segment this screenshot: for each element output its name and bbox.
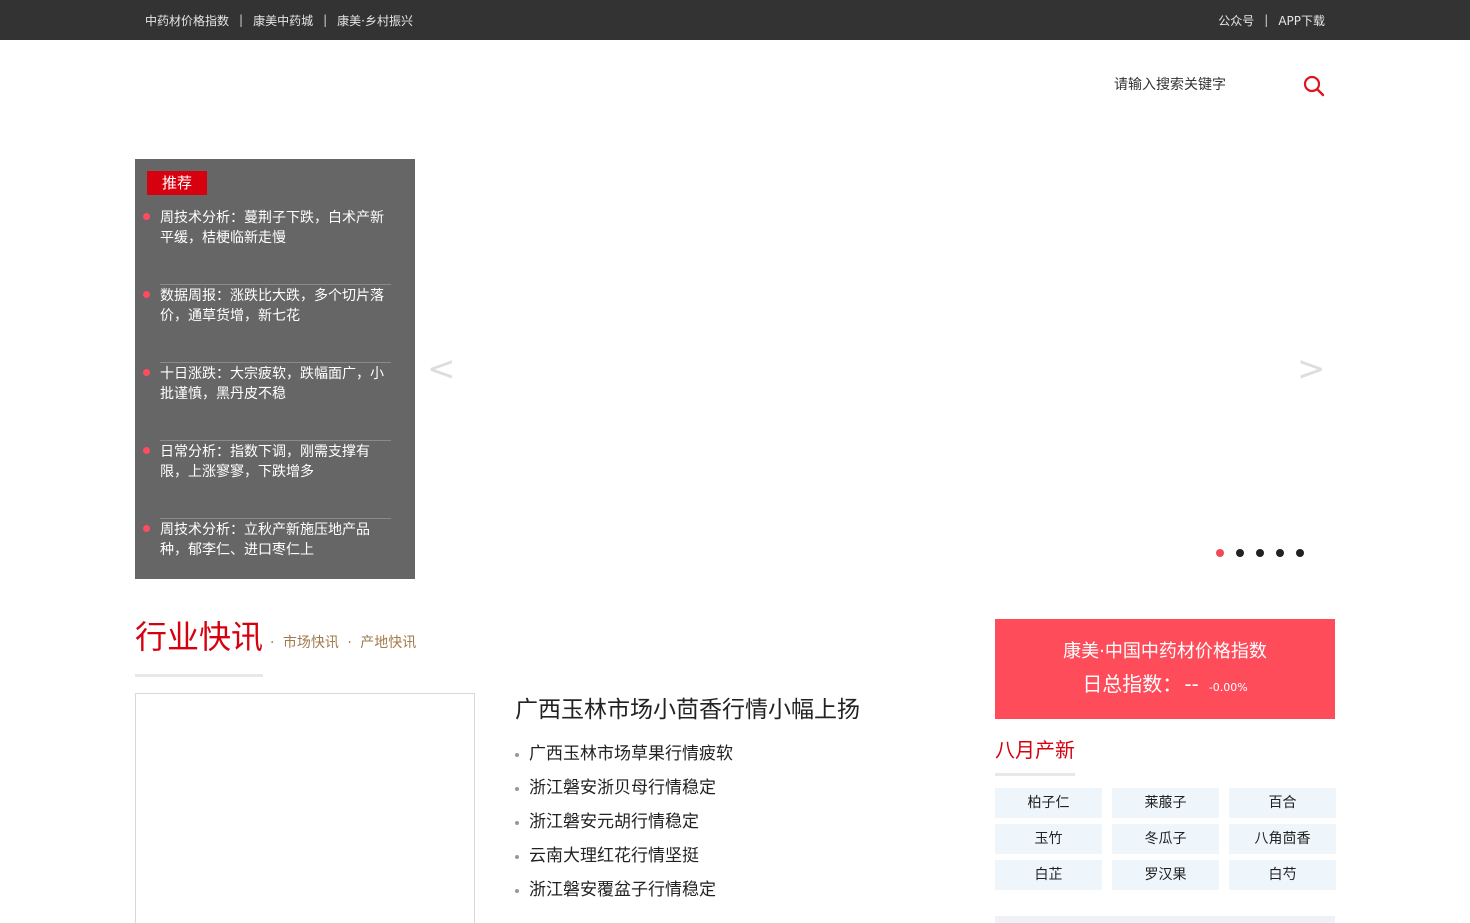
link-market-news[interactable]: 市场快讯 [283, 635, 339, 651]
carousel-dot-1[interactable] [1216, 549, 1224, 557]
daily-index-value: -- [1184, 672, 1199, 696]
top-bar-right-links: 公众号 | APP下载 [1218, 0, 1325, 40]
herb-grid: 柏子仁 莱菔子 百合 玉竹 冬瓜子 八角茴香 白芷 罗汉果 白芍 [995, 788, 1336, 890]
recommend-item[interactable]: 日常分析：指数下调，刚需支撑有限，上涨寥寥，下跌增多 [143, 441, 391, 519]
news-item-text: 广西玉林市场草果行情疲软 [529, 744, 733, 764]
top-bar: 中药材价格指数 | 康美中药城 | 康美·乡村振兴 公众号 | APP下载 [0, 0, 1470, 40]
next-section-strip [995, 916, 1335, 923]
search-button[interactable] [1302, 74, 1326, 98]
herb-tag[interactable]: 柏子仁 [995, 788, 1102, 818]
recommend-item-text: 日常分析：指数下调，刚需支撑有限，上涨寥寥，下跌增多 [160, 444, 370, 480]
link-kangmei-herb-city[interactable]: 康美中药城 [253, 12, 313, 29]
separator: | [323, 13, 328, 27]
carousel-dots [1216, 549, 1316, 557]
section-underline [995, 773, 1075, 776]
carousel-dot-2[interactable] [1236, 549, 1244, 557]
industry-news-title: 行业快讯 [135, 618, 264, 656]
august-new-title: 八月产新 [995, 738, 1075, 762]
herb-tag[interactable]: 罗汉果 [1112, 860, 1219, 890]
dot-separator: · [347, 635, 352, 651]
recommend-item-text: 周技术分析：蔓荆子下跌，白术产新平缓，桔梗临新走慢 [160, 210, 384, 246]
link-origin-news[interactable]: 产地快讯 [360, 635, 416, 651]
herb-tag[interactable]: 冬瓜子 [1112, 824, 1219, 854]
search-input[interactable] [1104, 66, 1294, 104]
news-list-item[interactable]: 浙江磐安元胡行情稳定 [515, 808, 733, 842]
recommend-tag: 推荐 [147, 171, 207, 195]
search-icon [1303, 75, 1325, 97]
link-official-account[interactable]: 公众号 [1218, 12, 1254, 29]
bullet-dot-icon [143, 525, 150, 532]
bullet-icon [515, 821, 519, 825]
separator: | [239, 13, 244, 27]
bullet-dot-icon [143, 213, 150, 220]
section-underline [135, 674, 263, 677]
bullet-icon [515, 855, 519, 859]
bullet-icon [515, 753, 519, 757]
recommend-item[interactable]: 周技术分析：立秋产新施压地产品种，郁李仁、进口枣仁上 [143, 519, 391, 597]
news-item-text: 云南大理红花行情坚挺 [529, 846, 699, 866]
news-headline[interactable]: 广西玉林市场小茴香行情小幅上扬 [515, 694, 860, 726]
news-list-item[interactable]: 云南大理红花行情坚挺 [515, 842, 733, 876]
news-item-text: 浙江磐安浙贝母行情稳定 [529, 778, 716, 798]
bullet-dot-icon [143, 369, 150, 376]
link-rural-revitalization[interactable]: 康美·乡村振兴 [337, 12, 413, 29]
herb-tag[interactable]: 白芍 [1229, 860, 1336, 890]
news-item-text: 浙江磐安覆盆子行情稳定 [529, 880, 716, 900]
herb-tag[interactable]: 八角茴香 [1229, 824, 1336, 854]
herb-tag[interactable]: 白芷 [995, 860, 1102, 890]
link-app-download[interactable]: APP下载 [1278, 12, 1325, 29]
news-list-item[interactable]: 广西玉林市场草果行情疲软 [515, 740, 733, 774]
daily-index-change: -0.00% [1208, 681, 1248, 694]
herb-tag[interactable]: 玉竹 [995, 824, 1102, 854]
bullet-icon [515, 889, 519, 893]
link-price-index[interactable]: 中药材价格指数 [145, 12, 229, 29]
banner-carousel: < > [415, 159, 1335, 579]
bullet-dot-icon [143, 447, 150, 454]
price-index-box[interactable]: 康美·中国中药材价格指数 日总指数： -- -0.00% [995, 619, 1335, 719]
recommend-list: 周技术分析：蔓荆子下跌，白术产新平缓，桔梗临新走慢 数据周报：涨跌比大跌，多个切… [143, 207, 391, 597]
herb-tag[interactable]: 莱菔子 [1112, 788, 1219, 818]
carousel-dot-3[interactable] [1256, 549, 1264, 557]
recommend-item-text: 十日涨跌：大宗疲软，跌幅面广，小批谨慎，黑丹皮不稳 [160, 366, 384, 402]
carousel-prev-button[interactable]: < [427, 349, 456, 389]
price-index-title: 康美·中国中药材价格指数 [1063, 641, 1267, 662]
recommend-item-text: 数据周报：涨跌比大跌，多个切片落价，通草货增，新七花 [160, 288, 384, 324]
carousel-next-button[interactable]: > [1297, 349, 1326, 389]
news-sub-links: · 市场快讯 · 产地快讯 [270, 634, 420, 652]
search-box [1104, 66, 1332, 104]
news-list-item[interactable]: 浙江磐安浙贝母行情稳定 [515, 774, 733, 808]
carousel-dot-4[interactable] [1276, 549, 1284, 557]
recommend-item[interactable]: 周技术分析：蔓荆子下跌，白术产新平缓，桔梗临新走慢 [143, 207, 391, 285]
daily-index-label: 日总指数： [1082, 672, 1183, 696]
separator: | [1264, 13, 1269, 27]
herb-tag[interactable]: 百合 [1229, 788, 1336, 818]
bullet-dot-icon [143, 291, 150, 298]
news-image[interactable] [135, 693, 475, 923]
news-item-text: 浙江磐安元胡行情稳定 [529, 812, 699, 832]
daily-index-line: 日总指数： -- -0.00% [995, 669, 1335, 703]
dot-separator: · [270, 635, 275, 651]
carousel-dot-5[interactable] [1296, 549, 1304, 557]
recommend-item[interactable]: 十日涨跌：大宗疲软，跌幅面广，小批谨慎，黑丹皮不稳 [143, 363, 391, 441]
bullet-icon [515, 787, 519, 791]
recommend-item[interactable]: 数据周报：涨跌比大跌，多个切片落价，通草货增，新七花 [143, 285, 391, 363]
recommend-item-text: 周技术分析：立秋产新施压地产品种，郁李仁、进口枣仁上 [160, 522, 370, 558]
news-list: 广西玉林市场草果行情疲软 浙江磐安浙贝母行情稳定 浙江磐安元胡行情稳定 云南大理… [515, 740, 733, 910]
recommend-panel: 推荐 周技术分析：蔓荆子下跌，白术产新平缓，桔梗临新走慢 数据周报：涨跌比大跌，… [135, 159, 415, 579]
top-bar-left-links: 中药材价格指数 | 康美中药城 | 康美·乡村振兴 [145, 0, 413, 40]
news-list-item[interactable]: 浙江磐安覆盆子行情稳定 [515, 876, 733, 910]
